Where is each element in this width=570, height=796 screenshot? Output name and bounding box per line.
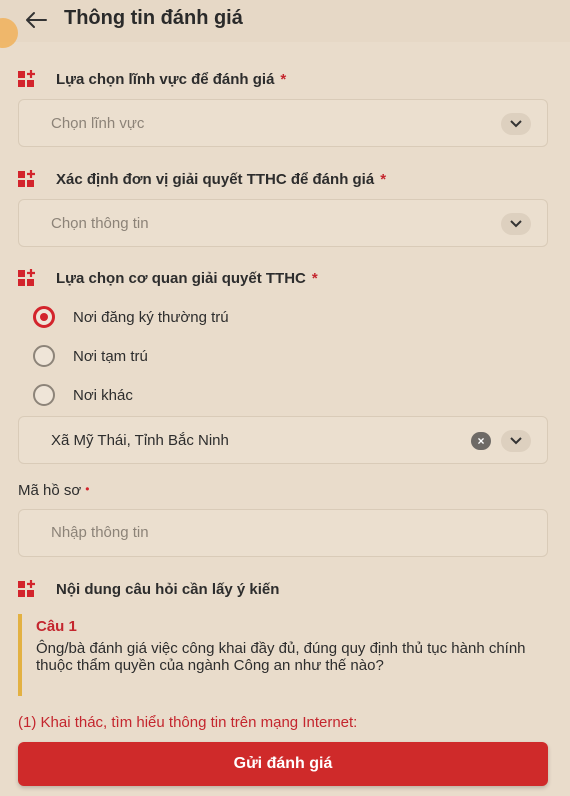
radio-other[interactable]: Nơi khác <box>33 384 133 406</box>
unit-select[interactable]: Chọn thông tin <box>18 199 548 247</box>
radio-button-selected[interactable] <box>33 306 55 328</box>
radio-button[interactable] <box>33 345 55 367</box>
submit-button[interactable]: Gửi đánh giá <box>18 742 548 786</box>
record-code-input[interactable] <box>49 523 513 542</box>
location-select-value: Xã Mỹ Thái, Tỉnh Bắc Ninh <box>51 432 229 449</box>
radio-permanent-residence[interactable]: Nơi đăng ký thường trú <box>33 306 229 328</box>
question-text: Ông/bà đánh giá việc công khai đầy đủ, đ… <box>36 640 526 674</box>
record-code-field[interactable] <box>18 509 548 557</box>
back-arrow-icon[interactable] <box>22 6 50 34</box>
form-section-icon <box>18 70 35 87</box>
section-unit-title: Xác định đơn vị giải quyết TTHC để đánh … <box>18 170 386 188</box>
record-code-label: Mã hồ sơ • <box>18 482 90 499</box>
form-section-icon <box>18 580 35 597</box>
field-select-placeholder: Chọn lĩnh vực <box>51 115 145 132</box>
question-number: Câu 1 <box>36 618 77 635</box>
location-select[interactable]: Xã Mỹ Thái, Tỉnh Bắc Ninh × <box>18 416 548 464</box>
clear-icon[interactable]: × <box>471 432 491 450</box>
chevron-down-icon[interactable] <box>501 213 531 235</box>
field-select[interactable]: Chọn lĩnh vực <box>18 99 548 147</box>
answer-option[interactable]: (1) Khai thác, tìm hiểu thông tin trên m… <box>18 714 357 731</box>
app-header: Thông tin đánh giá <box>0 0 570 42</box>
form-section-icon <box>18 269 35 286</box>
radio-temporary-residence[interactable]: Nơi tạm trú <box>33 345 148 367</box>
chevron-down-icon[interactable] <box>501 430 531 452</box>
unit-select-placeholder: Chọn thông tin <box>51 215 149 232</box>
form-section-icon <box>18 170 35 187</box>
section-agency-title: Lựa chọn cơ quan giải quyết TTHC * <box>18 269 318 287</box>
page-title: Thông tin đánh giá <box>64 7 243 29</box>
section-questions-title: Nội dung câu hỏi cần lấy ý kiến <box>18 580 279 598</box>
section-field-title: Lựa chọn lĩnh vực để đánh giá * <box>18 70 286 88</box>
chevron-down-icon[interactable] <box>501 113 531 135</box>
radio-button[interactable] <box>33 384 55 406</box>
question-card: Câu 1 Ông/bà đánh giá việc công khai đầy… <box>18 614 538 696</box>
